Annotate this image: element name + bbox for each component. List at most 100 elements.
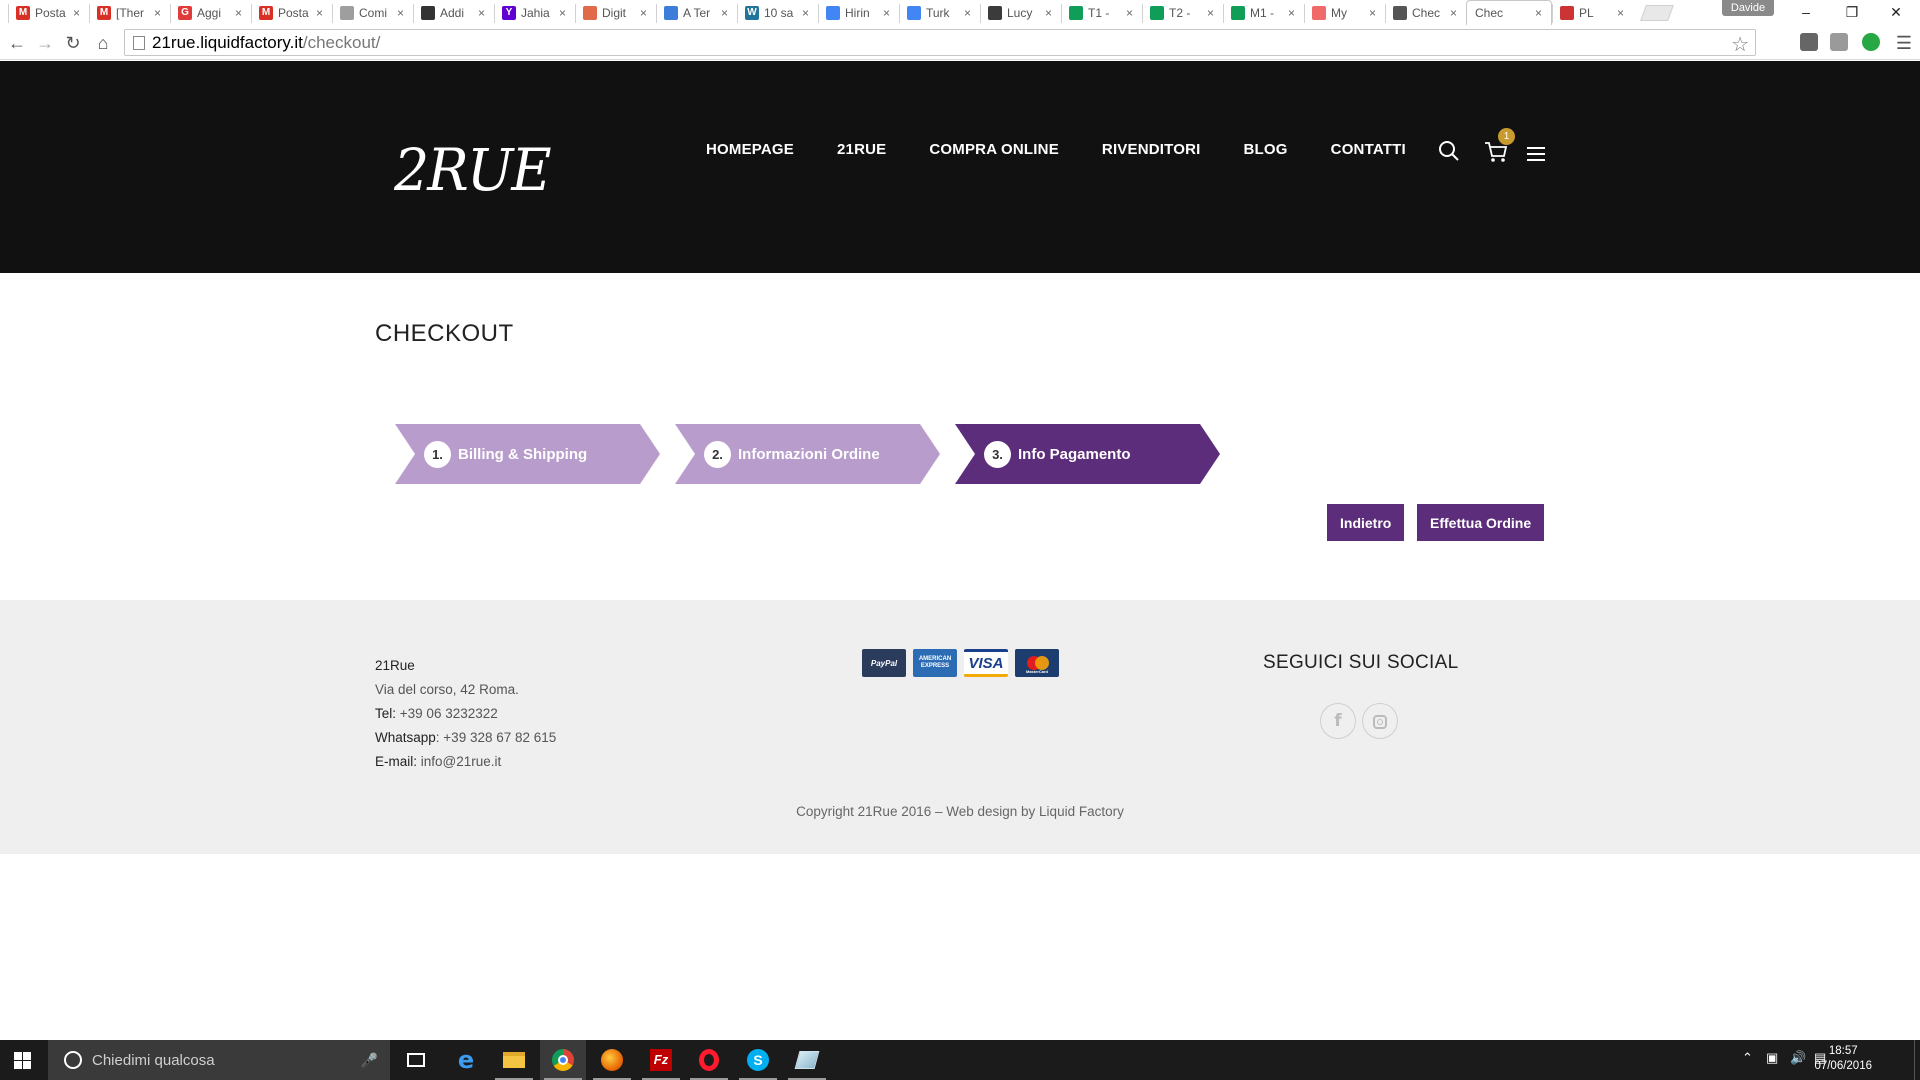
- browser-tab[interactable]: T2 - ×: [1142, 0, 1223, 25]
- tab-close-icon[interactable]: ×: [721, 6, 731, 20]
- microphone-icon[interactable]: 🎤: [361, 1052, 378, 1069]
- nav-item-21rue[interactable]: 21RUE: [837, 141, 886, 158]
- tab-close-icon[interactable]: ×: [802, 6, 812, 20]
- browser-tab[interactable]: M1 - ×: [1223, 0, 1304, 25]
- tab-close-icon[interactable]: ×: [559, 6, 569, 20]
- profile-button[interactable]: Davide: [1722, 0, 1774, 16]
- instagram-icon[interactable]: [1362, 703, 1398, 739]
- browser-tab[interactable]: My ×: [1304, 0, 1385, 25]
- browser-tab[interactable]: M [Ther ×: [89, 0, 170, 25]
- email-link[interactable]: info@21rue.it: [421, 754, 502, 769]
- volume-icon[interactable]: 🔊: [1790, 1050, 1806, 1066]
- tab-close-icon[interactable]: ×: [1369, 6, 1379, 20]
- tab-label: 10 sa: [764, 5, 794, 20]
- windows-start-icon[interactable]: [14, 1052, 31, 1069]
- filezilla-icon[interactable]: Fz: [638, 1040, 684, 1080]
- back-icon[interactable]: ←: [6, 32, 28, 54]
- extension-pen-icon[interactable]: [1800, 33, 1818, 51]
- home-icon[interactable]: ⌂: [92, 32, 114, 54]
- system-clock[interactable]: 18:57 07/06/2016: [1814, 1044, 1872, 1074]
- tab-label: Lucy: [1007, 5, 1033, 20]
- chrome-taskbar-icon[interactable]: [540, 1040, 586, 1080]
- tab-label: Turk: [926, 5, 950, 20]
- edge-icon[interactable]: e: [443, 1040, 489, 1080]
- cortana-search-box[interactable]: Chiedimi qualcosa 🎤: [48, 1040, 390, 1080]
- search-icon[interactable]: [1438, 140, 1460, 162]
- github-icon: [421, 5, 435, 20]
- browser-tab[interactable]: W 10 sa ×: [737, 0, 818, 25]
- browser-tab[interactable]: Addi ×: [413, 0, 494, 25]
- nav-item-blog[interactable]: BLOG: [1244, 141, 1288, 158]
- tab-close-icon[interactable]: ×: [964, 6, 974, 20]
- notes-app-icon[interactable]: [784, 1040, 830, 1080]
- tab-label: Chec: [1412, 5, 1441, 20]
- tab-close-icon[interactable]: ×: [1045, 6, 1055, 20]
- tab-label: Chec: [1475, 6, 1504, 20]
- browser-tab[interactable]: G Aggi ×: [170, 0, 251, 25]
- new-tab-button[interactable]: [1640, 5, 1674, 21]
- show-desktop-button[interactable]: [1914, 1040, 1920, 1080]
- nav-item-rivenditori[interactable]: RIVENDITORI: [1102, 141, 1201, 158]
- address-bar[interactable]: 21rue.liquidfactory.it/checkout/ ☆: [124, 29, 1756, 56]
- browser-tab[interactable]: A Ter ×: [656, 0, 737, 25]
- windows-taskbar: Chiedimi qualcosa 🎤 e Fz S ⌃ ▣ 🔊 ▤ 18:57…: [0, 1040, 1920, 1080]
- tab-close-icon[interactable]: ×: [316, 6, 326, 20]
- back-button[interactable]: Indietro: [1327, 504, 1405, 541]
- browser-menu-icon[interactable]: ☰: [1893, 32, 1915, 54]
- checkout-step-3[interactable]: 3. Info Pagamento: [955, 424, 1220, 484]
- browser-tab[interactable]: Chec ×: [1385, 0, 1466, 25]
- facebook-icon[interactable]: f: [1320, 703, 1356, 739]
- extension-green-play-icon[interactable]: [1862, 33, 1880, 51]
- tab-close-icon[interactable]: ×: [1126, 6, 1136, 20]
- step-number: 1.: [424, 440, 451, 468]
- close-window-icon[interactable]: ✕: [1874, 0, 1918, 24]
- browser-tab[interactable]: Hirin ×: [818, 0, 899, 25]
- wordpress-icon: W: [745, 5, 759, 20]
- file-explorer-icon[interactable]: [491, 1040, 537, 1080]
- tab-close-icon[interactable]: ×: [640, 6, 650, 20]
- site-logo[interactable]: 2RUE: [394, 136, 552, 204]
- tab-close-icon[interactable]: ×: [883, 6, 893, 20]
- browser-tab[interactable]: T1 - ×: [1061, 0, 1142, 25]
- restore-icon[interactable]: ❐: [1830, 0, 1874, 24]
- browser-tab[interactable]: PL ×: [1552, 0, 1633, 25]
- tab-close-icon[interactable]: ×: [1450, 6, 1460, 20]
- browser-tab[interactable]: Digit ×: [575, 0, 656, 25]
- whatsapp-value: : +39 328 67 82 615: [435, 730, 557, 745]
- hamburger-menu-icon[interactable]: [1527, 147, 1545, 161]
- browser-tab[interactable]: Y Jahia ×: [494, 0, 575, 25]
- tab-close-icon[interactable]: ×: [1207, 6, 1217, 20]
- extension-gray-icon[interactable]: [1830, 33, 1848, 51]
- browser-tab[interactable]: Comi ×: [332, 0, 413, 25]
- tab-close-icon[interactable]: ×: [1288, 6, 1298, 20]
- skype-icon[interactable]: S: [735, 1040, 781, 1080]
- network-icon[interactable]: ▣: [1766, 1050, 1778, 1066]
- tab-close-icon[interactable]: ×: [73, 6, 83, 20]
- url-host: 21rue.liquidfactory.it: [152, 32, 303, 52]
- tab-close-icon[interactable]: ×: [154, 6, 164, 20]
- bookmark-star-icon[interactable]: ☆: [1731, 32, 1749, 57]
- minimize-icon[interactable]: –: [1784, 0, 1828, 24]
- forward-icon[interactable]: →: [34, 32, 56, 54]
- checkout-step-1[interactable]: 1. Billing & Shipping: [395, 424, 660, 484]
- checkout-step-2[interactable]: 2. Informazioni Ordine: [675, 424, 940, 484]
- browser-tab[interactable]: Turk ×: [899, 0, 980, 25]
- browser-tab[interactable]: Chec ×: [1466, 0, 1552, 25]
- browser-tab[interactable]: M Posta ×: [8, 0, 89, 25]
- place-order-button[interactable]: Effettua Ordine: [1417, 504, 1545, 541]
- tab-close-icon[interactable]: ×: [1617, 6, 1627, 20]
- nav-item-homepage[interactable]: HOMEPAGE: [706, 141, 794, 158]
- opera-icon[interactable]: [686, 1040, 732, 1080]
- firefox-icon[interactable]: [589, 1040, 635, 1080]
- browser-tab[interactable]: Lucy ×: [980, 0, 1061, 25]
- tray-chevron-icon[interactable]: ⌃: [1742, 1050, 1753, 1066]
- nav-item-contatti[interactable]: CONTATTI: [1331, 141, 1406, 158]
- task-view-icon[interactable]: [393, 1040, 439, 1080]
- browser-tab[interactable]: M Posta ×: [251, 0, 332, 25]
- tab-close-icon[interactable]: ×: [478, 6, 488, 20]
- nav-item-compra-online[interactable]: COMPRA ONLINE: [929, 141, 1059, 158]
- tab-close-icon[interactable]: ×: [1535, 6, 1545, 20]
- tab-close-icon[interactable]: ×: [235, 6, 245, 20]
- reload-icon[interactable]: ↻: [62, 32, 84, 54]
- tab-close-icon[interactable]: ×: [397, 6, 407, 20]
